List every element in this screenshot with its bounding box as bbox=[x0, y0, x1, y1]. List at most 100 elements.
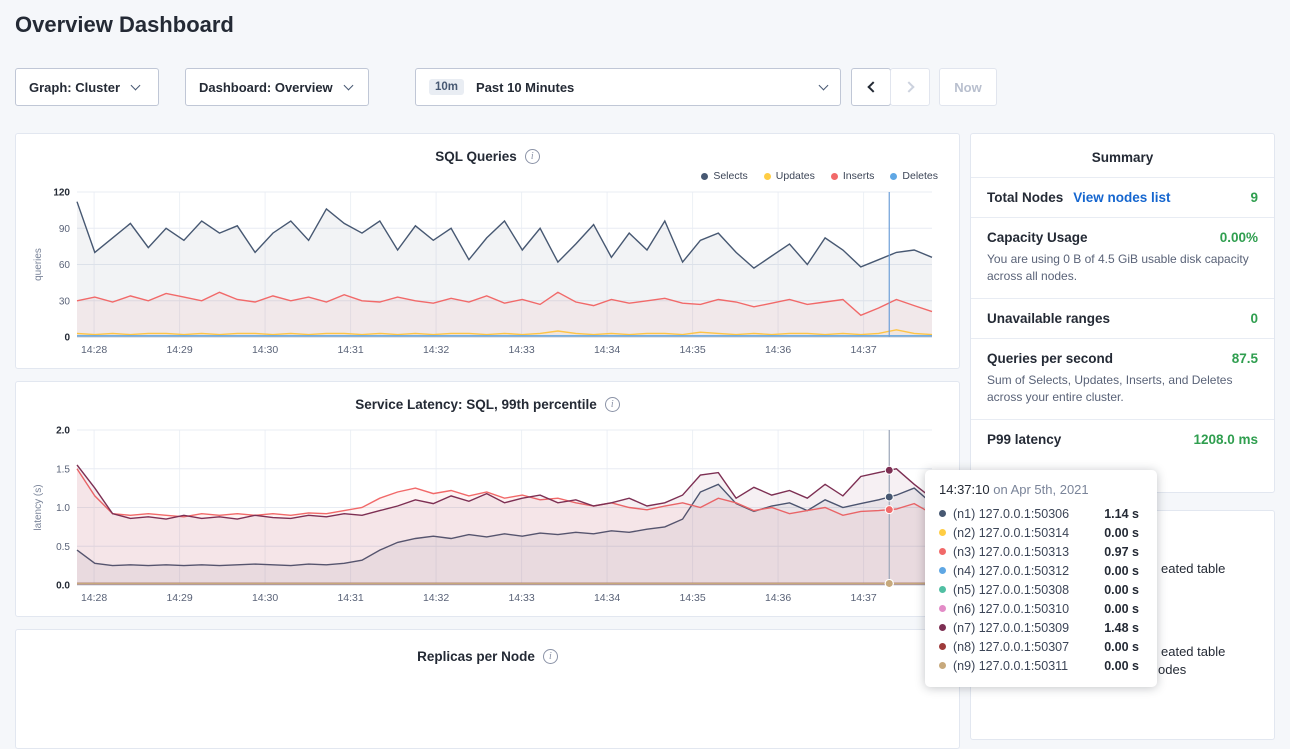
legend-item[interactable]: Deletes bbox=[890, 170, 938, 182]
tooltip-row: (n6) 127.0.0.1:503100.00 s bbox=[939, 599, 1143, 618]
svg-text:14:36: 14:36 bbox=[765, 592, 791, 604]
svg-text:14:35: 14:35 bbox=[679, 344, 705, 356]
graph-dropdown-label: Graph: Cluster bbox=[29, 80, 120, 95]
chevron-down-icon bbox=[819, 80, 829, 90]
summary-row-total-nodes: Total Nodes View nodes list 9 bbox=[971, 177, 1274, 217]
tooltip-node-value: 0.00 s bbox=[1104, 564, 1143, 578]
tooltip-node-label: (n4) 127.0.0.1:50312 bbox=[953, 564, 1069, 578]
node-color-dot-icon bbox=[939, 662, 946, 669]
tooltip-row: (n3) 127.0.0.1:503130.97 s bbox=[939, 542, 1143, 561]
node-color-dot-icon bbox=[939, 510, 946, 517]
unavailable-ranges-label: Unavailable ranges bbox=[987, 311, 1110, 326]
event-item: odes bbox=[1158, 662, 1186, 677]
node-color-dot-icon bbox=[939, 548, 946, 555]
time-next-button-disabled[interactable] bbox=[890, 68, 930, 106]
svg-text:14:32: 14:32 bbox=[423, 344, 449, 356]
chevron-right-icon bbox=[903, 81, 914, 92]
info-icon[interactable]: i bbox=[543, 649, 558, 664]
queries-per-second-subtext: Sum of Selects, Updates, Inserts, and De… bbox=[987, 372, 1258, 407]
legend-label: Deletes bbox=[902, 170, 938, 182]
node-color-dot-icon bbox=[939, 529, 946, 536]
node-color-dot-icon bbox=[939, 567, 946, 574]
replicas-per-node-card: Replicas per Node i bbox=[15, 629, 960, 749]
total-nodes-value: 9 bbox=[1250, 190, 1258, 205]
tooltip-row: (n7) 127.0.0.1:50309 1.48 s bbox=[939, 618, 1143, 637]
now-button-disabled[interactable]: Now bbox=[939, 68, 997, 106]
view-nodes-list-link[interactable]: View nodes list bbox=[1073, 190, 1170, 205]
summary-panel: Summary Total Nodes View nodes list 9 Ca… bbox=[970, 133, 1275, 493]
service-latency-chart[interactable]: 14:2814:2914:3014:3114:3214:3314:3414:35… bbox=[31, 422, 946, 607]
chevron-down-icon bbox=[131, 80, 141, 90]
chart-title: SQL Queries bbox=[435, 149, 517, 164]
sql-queries-chart[interactable]: 14:2814:2914:3014:3114:3214:3314:3414:35… bbox=[31, 184, 946, 359]
tooltip-node-label: (n2) 127.0.0.1:50314 bbox=[953, 526, 1069, 540]
svg-text:14:33: 14:33 bbox=[508, 344, 534, 356]
graph-dropdown[interactable]: Graph: Cluster bbox=[15, 68, 159, 106]
svg-text:0: 0 bbox=[64, 333, 70, 344]
time-prev-button[interactable] bbox=[851, 68, 891, 106]
svg-text:14:32: 14:32 bbox=[423, 592, 449, 604]
p99-latency-value: 1208.0 ms bbox=[1193, 432, 1258, 447]
svg-text:14:31: 14:31 bbox=[337, 344, 363, 356]
legend-item[interactable]: Inserts bbox=[831, 170, 875, 182]
tooltip-node-value: 0.00 s bbox=[1104, 583, 1143, 597]
svg-text:14:37: 14:37 bbox=[850, 592, 876, 604]
legend-dot-icon bbox=[831, 173, 838, 180]
tooltip-row: (n2) 127.0.0.1:50314 0.00 s bbox=[939, 523, 1143, 542]
svg-text:14:34: 14:34 bbox=[594, 344, 620, 356]
tooltip-node-label: (n1) 127.0.0.1:50306 bbox=[953, 507, 1069, 521]
legend-label: Inserts bbox=[843, 170, 875, 182]
summary-row-p99-latency: P99 latency 1208.0 ms bbox=[971, 419, 1274, 459]
time-range-badge: 10m bbox=[429, 79, 464, 95]
tooltip-node-label: (n9) 127.0.0.1:50311 bbox=[953, 659, 1068, 673]
svg-text:1.5: 1.5 bbox=[56, 464, 70, 475]
tooltip-row: (n5) 127.0.0.1:50308 0.00 s bbox=[939, 580, 1143, 599]
svg-text:14:33: 14:33 bbox=[508, 592, 534, 604]
capacity-usage-label: Capacity Usage bbox=[987, 230, 1088, 245]
legend-item[interactable]: Updates bbox=[764, 170, 815, 182]
unavailable-ranges-value: 0 bbox=[1250, 311, 1258, 326]
svg-text:14:36: 14:36 bbox=[765, 344, 791, 356]
p99-latency-label: P99 latency bbox=[987, 432, 1061, 447]
tooltip-row: (n9) 127.0.0.1:503110.00 s bbox=[939, 656, 1143, 675]
chart-hover-tooltip: 14:37:10 on Apr 5th, 2021 (n1) 127.0.0.1… bbox=[925, 470, 1157, 687]
tooltip-row: (n1) 127.0.0.1:503061.14 s bbox=[939, 504, 1143, 523]
legend-dot-icon bbox=[890, 173, 897, 180]
tooltip-node-label: (n5) 127.0.0.1:50308 bbox=[953, 583, 1069, 597]
chevron-down-icon bbox=[343, 80, 353, 90]
tooltip-node-value: 0.00 s bbox=[1104, 526, 1143, 540]
tooltip-node-value: 0.00 s bbox=[1104, 640, 1143, 654]
queries-per-second-label: Queries per second bbox=[987, 351, 1113, 366]
event-item: eated table bbox=[1161, 644, 1225, 659]
dashboard-dropdown-label: Dashboard: Overview bbox=[199, 80, 333, 95]
dashboard-dropdown[interactable]: Dashboard: Overview bbox=[185, 68, 369, 106]
tooltip-rows: (n1) 127.0.0.1:503061.14 s(n2) 127.0.0.1… bbox=[939, 504, 1143, 675]
node-color-dot-icon bbox=[939, 605, 946, 612]
chart-title: Service Latency: SQL, 99th percentile bbox=[355, 397, 597, 412]
chevron-left-icon bbox=[867, 81, 878, 92]
tooltip-row: (n4) 127.0.0.1:50312 0.00 s bbox=[939, 561, 1143, 580]
capacity-usage-value: 0.00% bbox=[1220, 230, 1258, 245]
svg-text:14:30: 14:30 bbox=[252, 344, 278, 356]
service-latency-card: Service Latency: SQL, 99th percentile i … bbox=[15, 381, 960, 617]
tooltip-node-value: 0.00 s bbox=[1104, 602, 1143, 616]
summary-row-unavailable-ranges: Unavailable ranges 0 bbox=[971, 298, 1274, 338]
legend-dot-icon bbox=[764, 173, 771, 180]
svg-text:1.0: 1.0 bbox=[56, 503, 70, 514]
sql-queries-card: SQL Queries i Selects Updates Inserts Delet… bbox=[15, 133, 960, 369]
node-color-dot-icon bbox=[939, 624, 946, 631]
svg-text:90: 90 bbox=[59, 224, 71, 235]
tooltip-node-label: (n8) 127.0.0.1:50307 bbox=[953, 640, 1069, 654]
legend-item[interactable]: Selects bbox=[701, 170, 747, 182]
svg-text:14:29: 14:29 bbox=[166, 592, 192, 604]
time-range-dropdown[interactable]: 10m Past 10 Minutes bbox=[415, 68, 841, 106]
info-icon[interactable]: i bbox=[525, 149, 540, 164]
info-icon[interactable]: i bbox=[605, 397, 620, 412]
tooltip-node-value: 1.48 s bbox=[1104, 621, 1143, 635]
svg-text:0.0: 0.0 bbox=[56, 581, 70, 592]
svg-text:14:37: 14:37 bbox=[850, 344, 876, 356]
svg-text:14:28: 14:28 bbox=[81, 592, 107, 604]
svg-text:0.5: 0.5 bbox=[56, 542, 70, 553]
tooltip-node-label: (n7) 127.0.0.1:50309 bbox=[953, 621, 1069, 635]
summary-row-capacity-usage: Capacity Usage 0.00% You are using 0 B o… bbox=[971, 217, 1274, 298]
